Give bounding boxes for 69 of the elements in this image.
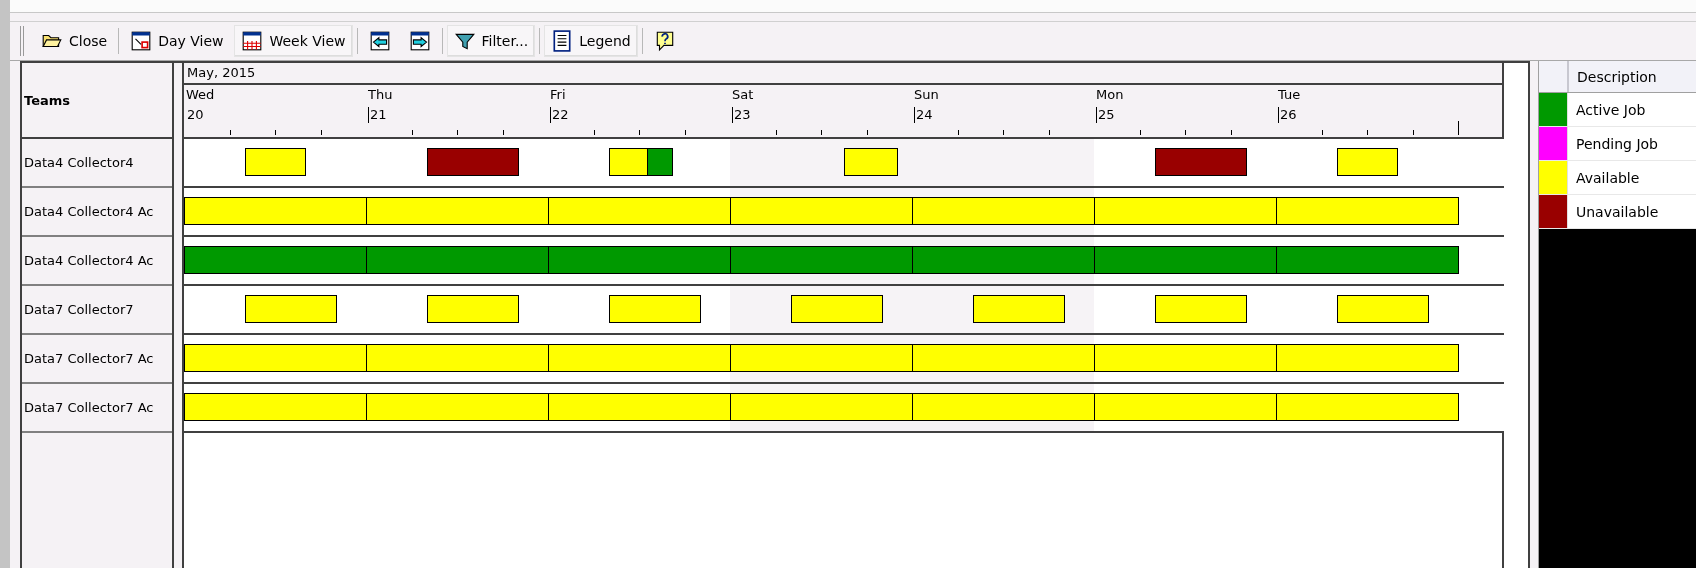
legend-label: Pending Job bbox=[1575, 134, 1658, 154]
schedule-bar[interactable] bbox=[1094, 393, 1277, 421]
splitter-bar[interactable] bbox=[174, 63, 184, 568]
schedule-bar[interactable] bbox=[843, 148, 898, 176]
legend-label: Active Job bbox=[1575, 100, 1646, 120]
team-name: Data4 Collector4 Ac bbox=[22, 237, 172, 286]
schedule-bar[interactable] bbox=[244, 148, 307, 176]
schedule-bar[interactable] bbox=[1276, 344, 1459, 372]
day-name: Thu bbox=[368, 87, 393, 102]
schedule-bar[interactable] bbox=[912, 197, 1095, 225]
column-header: Description bbox=[1576, 67, 1657, 87]
schedule-bar[interactable] bbox=[548, 197, 731, 225]
day-name: Sat bbox=[732, 87, 754, 102]
month-label: May, 2015 bbox=[184, 63, 1502, 85]
schedule-bar[interactable] bbox=[244, 295, 337, 323]
close-button[interactable]: Close bbox=[34, 25, 115, 57]
team-name: Data7 Collector7 Ac bbox=[22, 335, 172, 384]
schedule-bar[interactable] bbox=[1094, 344, 1277, 372]
schedule-bar[interactable] bbox=[366, 393, 549, 421]
day-name: Mon bbox=[1096, 87, 1124, 102]
team-name: Data7 Collector7 bbox=[22, 286, 172, 335]
team-name: Data4 Collector4 Ac bbox=[22, 188, 172, 237]
schedule-bar[interactable] bbox=[548, 344, 731, 372]
schedule-bar[interactable] bbox=[1154, 295, 1247, 323]
calendar-grid-icon bbox=[241, 30, 264, 52]
schedule-bar[interactable] bbox=[646, 148, 673, 176]
schedule-bar[interactable] bbox=[184, 393, 367, 421]
day-date: 21 bbox=[368, 107, 387, 123]
team-name: Data7 Collector7 Ac bbox=[22, 384, 172, 433]
column-header: Teams bbox=[22, 63, 172, 139]
calendar-icon bbox=[130, 30, 153, 52]
schedule-bar[interactable] bbox=[548, 393, 731, 421]
day-name: Tue bbox=[1278, 87, 1301, 102]
schedule-bar[interactable] bbox=[912, 393, 1095, 421]
day-name: Wed bbox=[186, 87, 215, 102]
schedule-bar[interactable] bbox=[1336, 295, 1429, 323]
day-date: 22 bbox=[550, 107, 569, 123]
day-date: 25 bbox=[1096, 107, 1115, 123]
legend-label: Available bbox=[1575, 168, 1640, 188]
schedule-bar[interactable] bbox=[1276, 393, 1459, 421]
schedule-bar[interactable] bbox=[184, 344, 367, 372]
schedule-bar[interactable] bbox=[730, 197, 913, 225]
day-name: Fri bbox=[550, 87, 566, 102]
day-date: 24 bbox=[914, 107, 933, 123]
team-name: Data4 Collector4 bbox=[22, 139, 172, 188]
week-button[interactable]: Week View bbox=[234, 25, 353, 57]
schedule-bar[interactable] bbox=[366, 344, 549, 372]
schedule-bar[interactable] bbox=[730, 344, 913, 372]
schedule-bar[interactable] bbox=[426, 295, 519, 323]
schedule-bar[interactable] bbox=[608, 295, 701, 323]
schedule-bar[interactable] bbox=[790, 295, 883, 323]
schedule-bar[interactable] bbox=[912, 344, 1095, 372]
schedule-bar[interactable] bbox=[1094, 197, 1277, 225]
day-date: 20 bbox=[186, 107, 204, 123]
filter-button[interactable]: Filter... bbox=[446, 25, 536, 57]
schedule-bar[interactable] bbox=[184, 197, 367, 225]
schedule-bar[interactable] bbox=[366, 197, 549, 225]
legend-button[interactable]: Legend bbox=[544, 25, 638, 57]
day-button[interactable]: Day View bbox=[123, 25, 231, 57]
schedule-bar[interactable] bbox=[1336, 148, 1399, 176]
schedule-bar[interactable] bbox=[608, 148, 648, 176]
legend-label: Unavailable bbox=[1575, 202, 1659, 222]
day-date: 23 bbox=[732, 107, 751, 123]
schedule-bar[interactable] bbox=[1276, 197, 1459, 225]
day-name: Sun bbox=[914, 87, 939, 102]
list-icon bbox=[551, 30, 574, 52]
schedule-bar[interactable] bbox=[730, 393, 913, 421]
schedule-bar[interactable] bbox=[972, 295, 1065, 323]
day-date: 26 bbox=[1278, 107, 1297, 123]
